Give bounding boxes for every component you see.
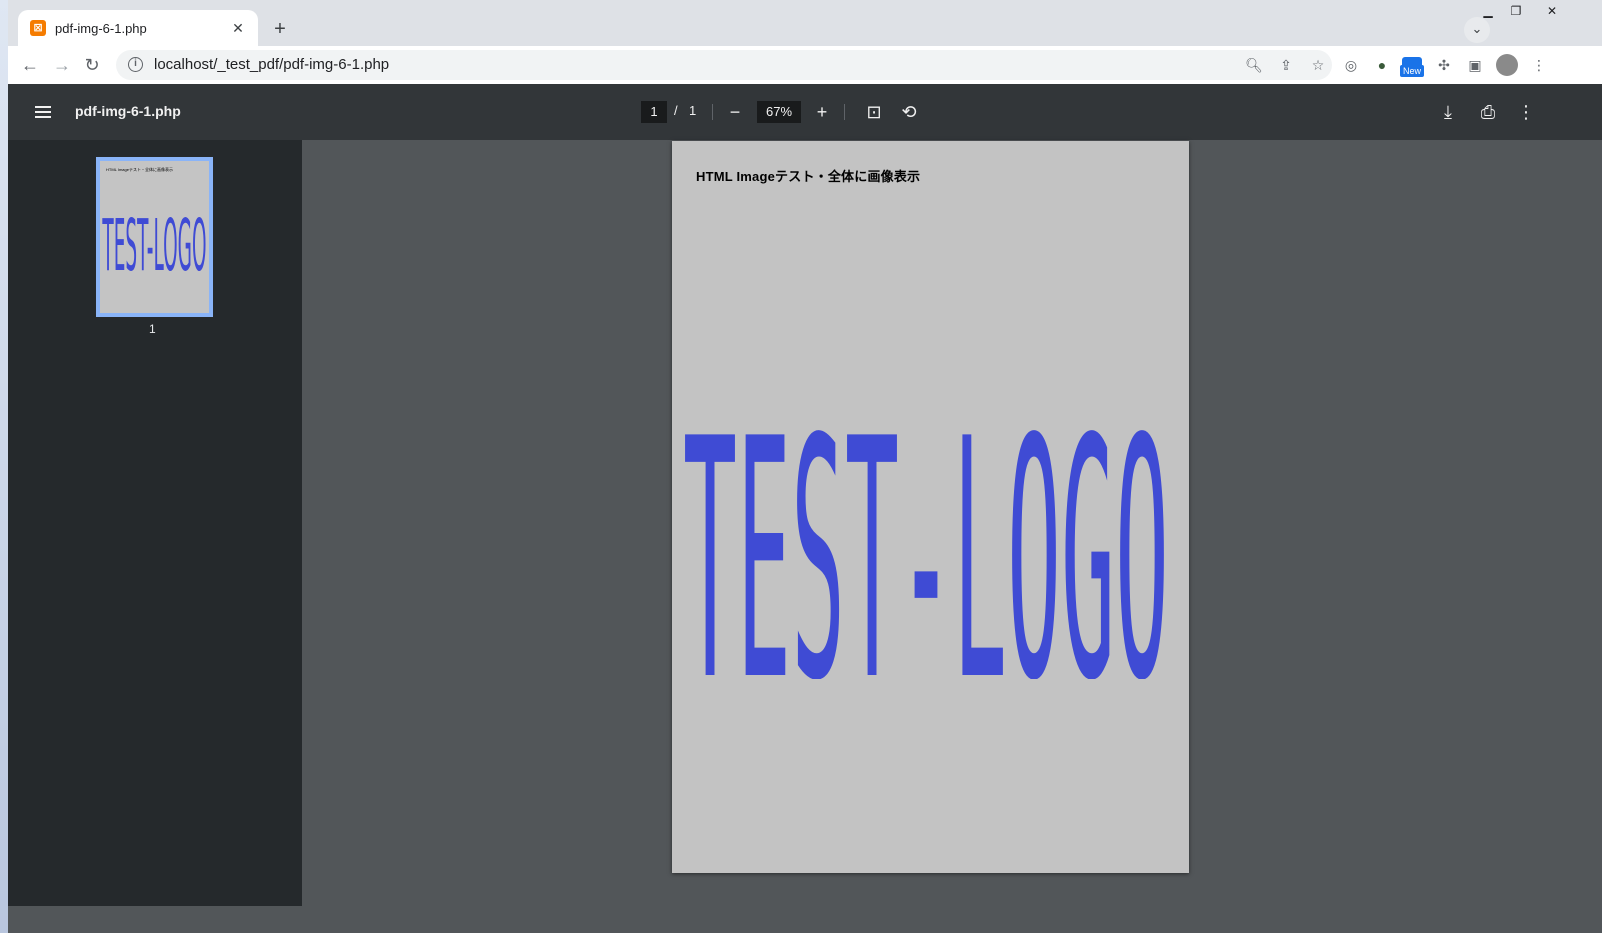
bookmark-star-icon[interactable]: ☆ xyxy=(1308,55,1328,75)
thumbnail-heading: HTML Imageテスト・全体に画像表示 xyxy=(106,167,173,172)
minimize-icon[interactable]: ▁ xyxy=(1474,2,1502,22)
new-badge-label: New xyxy=(1400,65,1424,77)
toolbar-divider xyxy=(844,104,845,120)
pdf-title: pdf-img-6-1.php xyxy=(75,103,181,119)
zoom-out-button[interactable]: − xyxy=(721,98,749,126)
page-total: 1 xyxy=(689,103,697,118)
rotate-icon[interactable]: ⟲ xyxy=(895,98,923,126)
profile-avatar[interactable] xyxy=(1496,54,1518,76)
side-panel-icon[interactable]: ▣ xyxy=(1465,55,1485,75)
sidebar-menu-icon[interactable] xyxy=(32,100,56,124)
page-separator: / xyxy=(674,103,678,118)
tab-title: pdf-img-6-1.php xyxy=(55,20,147,36)
browser-window: ⊠ pdf-img-6-1.php ✕ + ⌄ ▁ ❐ ✕ ← → ↻ i lo… xyxy=(8,0,1602,933)
close-tab-icon[interactable]: ✕ xyxy=(228,18,248,38)
share-icon[interactable]: ⇪ xyxy=(1276,55,1296,75)
reload-icon[interactable]: ↻ xyxy=(78,51,106,79)
extension-headphones-icon[interactable]: ◎ xyxy=(1341,55,1361,75)
back-icon[interactable]: ← xyxy=(16,51,44,79)
pdf-page: HTML Imageテスト・全体に画像表示 TEST-LOGO xyxy=(672,141,1189,873)
address-bar[interactable]: i localhost/_test_pdf/pdf-img-6-1.php 🔍︎… xyxy=(116,50,1332,80)
toolbar-divider xyxy=(712,104,713,120)
fit-to-page-icon[interactable]: ⊡ xyxy=(860,98,888,126)
page-number-input[interactable]: 1 xyxy=(641,101,667,123)
extension-globe-icon[interactable]: ● xyxy=(1372,55,1392,75)
logo-text: TEST-LOGO xyxy=(683,409,1169,679)
forward-icon[interactable]: → xyxy=(48,51,76,79)
xampp-icon: ⊠ xyxy=(30,20,46,36)
thumbnail-logo: TEST-LOGO xyxy=(102,209,206,273)
svg-text:TEST-LOGO: TEST-LOGO xyxy=(102,209,206,273)
zoom-input[interactable]: 67% xyxy=(757,101,801,123)
page-thumbnail[interactable]: HTML Imageテスト・全体に画像表示 TEST-LOGO xyxy=(96,157,213,317)
zoom-in-button[interactable]: + xyxy=(808,98,836,126)
tab-active[interactable]: ⊠ pdf-img-6-1.php ✕ xyxy=(18,10,258,46)
print-icon[interactable]: ⎙ xyxy=(1474,98,1502,126)
page-heading: HTML Imageテスト・全体に画像表示 xyxy=(696,169,921,184)
chrome-menu-icon[interactable]: ⋮ xyxy=(1529,55,1549,75)
more-actions-icon[interactable]: ⋮ xyxy=(1512,98,1540,126)
thumbnail-page-number: 1 xyxy=(149,322,156,336)
tab-strip: ⊠ pdf-img-6-1.php ✕ + ⌄ ▁ ❐ ✕ xyxy=(8,0,1602,46)
url-text[interactable]: localhost/_test_pdf/pdf-img-6-1.php xyxy=(154,56,389,73)
pdf-viewer-area[interactable]: HTML Imageテスト・全体に画像表示 TEST-LOGO xyxy=(302,140,1602,906)
browser-toolbar: ← → ↻ i localhost/_test_pdf/pdf-img-6-1.… xyxy=(8,46,1602,84)
zoom-icon[interactable]: 🔍︎ xyxy=(1244,55,1264,75)
restore-icon[interactable]: ❐ xyxy=(1502,2,1530,22)
close-window-icon[interactable]: ✕ xyxy=(1538,2,1566,22)
new-tab-button[interactable]: + xyxy=(266,16,294,44)
extensions-puzzle-icon[interactable]: ✣ xyxy=(1434,55,1454,75)
pdf-toolbar: pdf-img-6-1.php 1 / 1 − 67% + ⊡ ⟲ ⤓ ⎙ ⋮ xyxy=(8,84,1602,140)
test-logo-image: TEST-LOGO xyxy=(683,409,1169,679)
thumbnail-sidebar: HTML Imageテスト・全体に画像表示 TEST-LOGO 1 xyxy=(8,140,302,906)
site-info-icon[interactable]: i xyxy=(128,57,143,72)
download-icon[interactable]: ⤓ xyxy=(1434,98,1462,126)
new-badge-extension[interactable]: New xyxy=(1400,57,1426,77)
bottom-strip xyxy=(8,906,1602,933)
